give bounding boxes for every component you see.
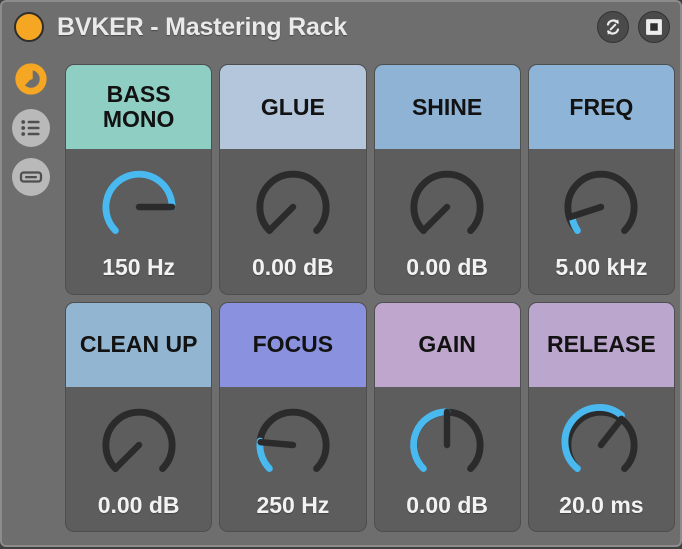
macro-header-glue[interactable]: GLUE [220, 65, 366, 149]
macro-label: RELEASE [547, 331, 656, 358]
device-power-led[interactable] [14, 12, 44, 42]
device-view-button[interactable] [12, 158, 50, 196]
macro-label: GLUE [260, 93, 325, 120]
macro-value: 0.00 dB [406, 254, 489, 280]
macro-label: SHINE [411, 93, 483, 120]
macro-view-button[interactable] [12, 60, 50, 98]
refresh-arrows-icon [606, 19, 620, 35]
macro-body-clean-up: 0.00 dB [66, 387, 211, 532]
device-title: BVKER - Mastering Rack [57, 12, 348, 41]
macro-knob-bass-mono[interactable] [93, 161, 185, 253]
macro-body-release: 20.0 ms [529, 387, 674, 532]
macro-label: FREQ [569, 93, 634, 120]
macro-header-shine[interactable]: SHINE [374, 65, 520, 149]
macro-header-focus[interactable]: FOCUS [220, 302, 366, 387]
device-panel-icon [19, 171, 43, 183]
macro-cell-release[interactable]: RELEASE 20.0 ms [527, 301, 675, 532]
macro-label: GAIN [418, 331, 476, 358]
macro-body-gain: 0.00 dB [375, 387, 520, 532]
macro-cell-shine[interactable]: SHINE 0.00 dB [373, 64, 521, 295]
macro-header-freq[interactable]: FREQ [528, 65, 674, 149]
floppy-disk-icon [646, 19, 662, 35]
macro-knob-icon [15, 63, 47, 95]
chain-list-button[interactable] [12, 109, 50, 147]
macro-value: 0.00 dB [97, 491, 180, 518]
save-button[interactable] [638, 11, 670, 43]
macro-knob-clean-up[interactable] [93, 399, 185, 491]
macro-body-bass-mono: 150 Hz [66, 149, 211, 294]
macro-label: BASS MONO [102, 81, 175, 132]
macro-knob-glue[interactable] [247, 161, 339, 253]
macro-value: 250 Hz [256, 491, 330, 518]
macro-body-glue: 0.00 dB [220, 149, 365, 294]
macro-value: 0.00 dB [406, 491, 489, 518]
macro-value: 5.00 kHz [555, 254, 648, 280]
macro-knob-focus[interactable] [247, 399, 339, 491]
title-bar-buttons [597, 11, 670, 43]
macro-cell-gain[interactable]: GAIN 0.00 dB [373, 301, 521, 532]
macro-body-freq: 5.00 kHz [529, 149, 674, 294]
macro-body-shine: 0.00 dB [375, 149, 520, 294]
macro-cell-freq[interactable]: FREQ 5.00 kHz [527, 64, 675, 295]
mastering-rack-device: BVKER - Mastering Rack BASS MONO 150 Hz … [0, 0, 682, 547]
macro-value: 20.0 ms [559, 491, 644, 518]
macro-knob-shine[interactable] [401, 161, 493, 253]
macro-header-gain[interactable]: GAIN [374, 302, 520, 387]
list-icon [21, 120, 40, 136]
macro-cell-glue[interactable]: GLUE 0.00 dB [219, 64, 367, 295]
macro-knob-freq[interactable] [555, 161, 647, 253]
macro-header-release[interactable]: RELEASE [528, 302, 674, 387]
macro-value: 150 Hz [102, 254, 176, 280]
macro-header-clean-up[interactable]: CLEAN UP [66, 302, 212, 387]
macro-body-focus: 250 Hz [220, 387, 365, 532]
macro-label: FOCUS [252, 331, 334, 358]
macro-grid: BASS MONO 150 Hz GLUE 0.00 dB SHINE 0.00… [63, 62, 679, 540]
macro-header-bass-mono[interactable]: BASS MONO [66, 65, 212, 149]
macro-value: 0.00 dB [251, 254, 334, 280]
title-bar: BVKER - Mastering Rack [2, 2, 682, 52]
macro-cell-clean-up[interactable]: CLEAN UP 0.00 dB [65, 301, 213, 532]
macro-cell-focus[interactable]: FOCUS 250 Hz [219, 301, 367, 532]
macro-knob-gain[interactable] [401, 399, 493, 491]
sidebar [2, 52, 60, 549]
randomize-button[interactable] [597, 11, 629, 43]
macro-label: CLEAN UP [79, 331, 198, 358]
macro-knob-release[interactable] [555, 399, 647, 491]
macro-cell-bass-mono[interactable]: BASS MONO 150 Hz [65, 64, 213, 295]
